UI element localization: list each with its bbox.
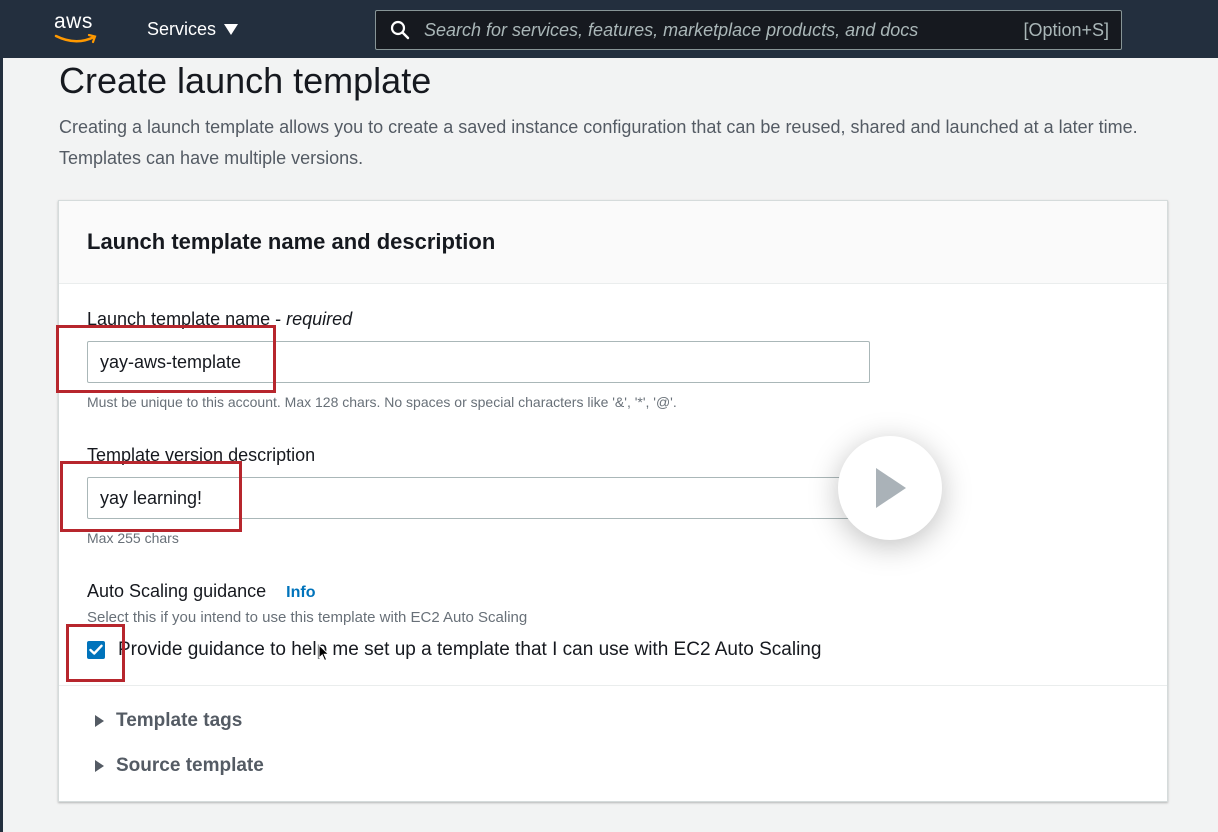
services-menu-button[interactable]: Services — [147, 19, 239, 40]
play-video-button[interactable] — [838, 436, 942, 540]
panel-header: Launch template name and description — [59, 201, 1167, 284]
autoscaling-label: Auto Scaling guidance — [87, 581, 267, 601]
panel-title: Launch template name and description — [87, 229, 496, 254]
info-link[interactable]: Info — [286, 584, 315, 602]
caret-right-icon — [95, 715, 104, 727]
section-divider — [59, 685, 1167, 686]
pointer-cursor-icon — [318, 644, 330, 662]
window-edge — [0, 58, 3, 832]
search-bar[interactable]: [Option+S] — [375, 10, 1122, 50]
aws-logo-text: aws — [54, 10, 93, 33]
autoscaling-checkbox-label[interactable]: Provide guidance to help me set up a tem… — [118, 639, 821, 661]
play-icon — [876, 468, 906, 508]
annotation-box-checkbox — [66, 624, 125, 682]
top-nav-bar: aws Services [Option+S] — [0, 0, 1218, 58]
aws-smile-icon — [54, 34, 97, 44]
autoscaling-heading: Auto Scaling guidance Info — [87, 581, 315, 602]
search-icon — [390, 20, 410, 40]
template-tags-expander[interactable]: Template tags — [95, 710, 242, 732]
annotation-box-name — [56, 325, 276, 393]
page-title: Create launch template — [59, 60, 432, 101]
page-description: Creating a launch template allows you to… — [59, 117, 1138, 168]
annotation-box-description — [60, 461, 242, 532]
template-description-hint: Max 255 chars — [87, 530, 179, 546]
caret-down-icon — [224, 24, 239, 35]
source-template-expander[interactable]: Source template — [95, 755, 264, 777]
search-input[interactable] — [422, 18, 1024, 42]
required-marker: required — [286, 309, 353, 329]
source-template-label: Source template — [116, 755, 264, 776]
services-label: Services — [147, 19, 217, 39]
template-name-hint: Must be unique to this account. Max 128 … — [87, 394, 677, 410]
template-tags-label: Template tags — [116, 710, 243, 731]
caret-right-icon — [95, 760, 104, 772]
aws-logo[interactable]: aws — [54, 10, 104, 46]
autoscaling-hint: Select this if you intend to use this te… — [87, 609, 528, 626]
search-shortcut-hint: [Option+S] — [1023, 19, 1109, 40]
